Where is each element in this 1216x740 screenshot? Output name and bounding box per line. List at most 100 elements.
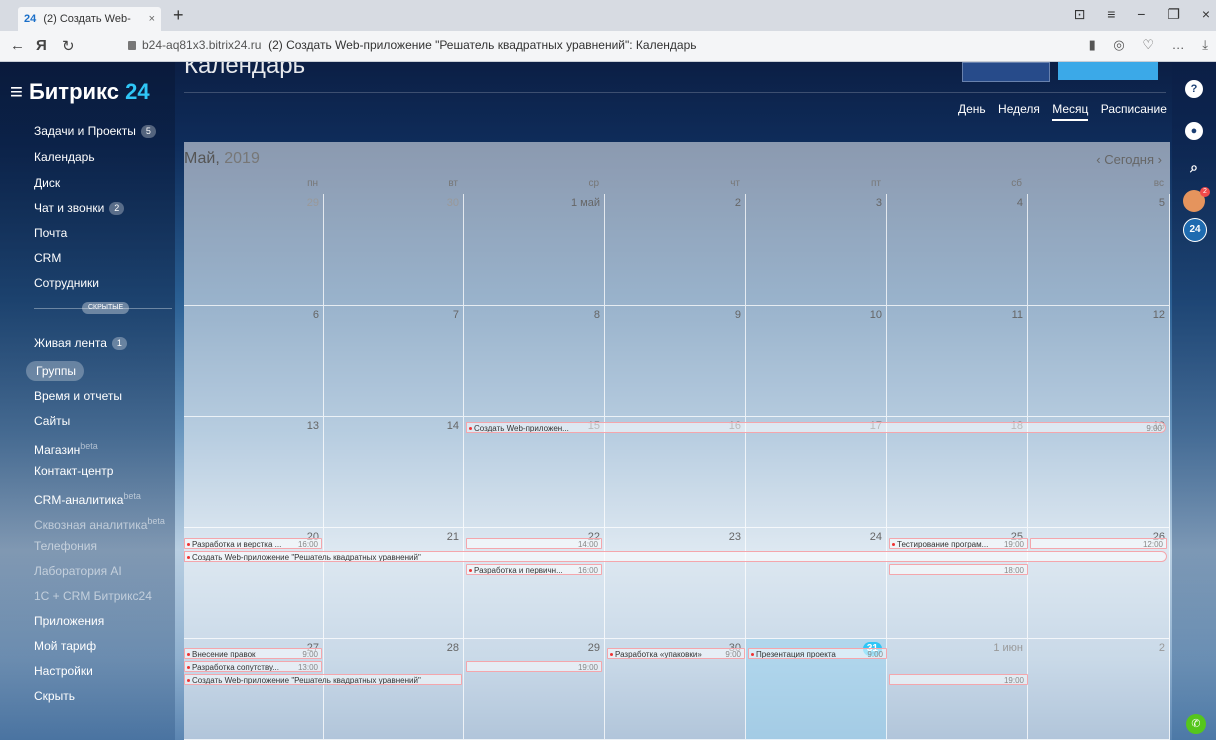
next-month-icon[interactable]: › — [1158, 152, 1162, 167]
day-cell[interactable]: 10 — [746, 306, 887, 417]
day-number[interactable]: 11 — [1012, 309, 1023, 321]
menu-item-ai-lab[interactable]: Лаборатория AI — [34, 562, 122, 580]
day-number[interactable]: 29 — [307, 197, 319, 209]
calendar-event[interactable]: Разработка и первичн... 16:00 — [466, 564, 602, 575]
day-number[interactable]: 5 — [1159, 197, 1165, 209]
calendar-event[interactable]: Разработка «упаковки» 9:00 — [607, 648, 745, 659]
day-cell[interactable]: 3 — [746, 194, 887, 306]
day-number[interactable]: 14 — [447, 420, 459, 432]
day-cell[interactable]: 21 — [324, 528, 464, 639]
menu-item-telephony[interactable]: Телефония — [34, 537, 97, 555]
menu-item-mail[interactable]: Почта — [34, 224, 67, 242]
day-cell[interactable]: 13 — [184, 417, 324, 528]
day-number[interactable]: 23 — [729, 531, 741, 543]
day-cell[interactable]: 1 май — [464, 194, 605, 306]
menu-item-sites[interactable]: Сайты — [34, 412, 70, 430]
day-number[interactable]: 6 — [313, 309, 319, 321]
calendar-event[interactable]: Тестирование програм... 19:00 — [889, 538, 1028, 549]
day-cell[interactable]: 18 — [887, 417, 1028, 528]
calendar-event[interactable]: Презентация проекта 9:00 — [748, 648, 887, 659]
menu-item-end-to-end-analytics[interactable]: Сквозная аналитикаbeta — [34, 512, 165, 532]
menu-item-1c-crm[interactable]: 1С + CRM Битрикс24 — [34, 587, 152, 605]
menu-item-my-plan[interactable]: Мой тариф — [34, 637, 96, 655]
menu-item-groups[interactable]: Группы — [36, 362, 76, 380]
day-number[interactable]: 3 — [876, 197, 882, 209]
shield-icon[interactable]: ♡ — [1142, 37, 1154, 52]
calendar-event[interactable]: 12:00 — [1030, 538, 1167, 549]
calendar-event[interactable]: 19:00 — [889, 674, 1028, 685]
menu-item-settings[interactable]: Настройки — [34, 662, 93, 680]
calendar-event[interactable]: 18:00 — [889, 564, 1028, 575]
calendar-event[interactable]: Создать Web-приложен... 9:00 — [466, 422, 1166, 433]
menu-item-contact-center[interactable]: Контакт-центр — [34, 462, 113, 480]
day-cell[interactable]: 16 — [605, 417, 746, 528]
new-tab-button[interactable]: + — [173, 5, 184, 26]
tab-day[interactable]: День — [958, 102, 986, 116]
configure-button[interactable] — [962, 62, 1050, 82]
calendar-event[interactable]: Разработка и верстка ... 16:00 — [184, 538, 322, 549]
calendar-event[interactable]: Разработка сопутству... 13:00 — [184, 661, 322, 672]
day-cell[interactable]: 14 — [324, 417, 464, 528]
day-number[interactable]: 4 — [1017, 197, 1023, 209]
calendar-event[interactable]: 19:00 — [466, 661, 602, 672]
menu-item-chat[interactable]: Чат и звонки 2 — [34, 199, 125, 217]
day-number[interactable]: 24 — [870, 531, 882, 543]
menu-item-apps[interactable]: Приложения — [34, 612, 104, 630]
download-icon[interactable]: ⤓ — [1202, 37, 1208, 52]
day-number[interactable]: 10 — [870, 309, 882, 321]
menu-item-calendar[interactable]: Календарь — [34, 148, 95, 166]
day-number[interactable]: 29 — [588, 642, 600, 654]
day-number[interactable]: 7 — [453, 309, 459, 321]
day-cell[interactable]: 11 — [887, 306, 1028, 417]
day-cell[interactable]: 17 — [746, 417, 887, 528]
browser-tab[interactable]: 24 (2) Создать Web-прило × — [18, 7, 161, 49]
day-cell[interactable]: 23 — [605, 528, 746, 639]
back-icon[interactable]: ← — [10, 37, 25, 54]
day-cell[interactable]: 2 — [605, 194, 746, 306]
day-number[interactable]: 1 май — [571, 197, 600, 209]
tab-week[interactable]: Неделя — [998, 102, 1040, 116]
minimize-icon[interactable]: − — [1137, 6, 1145, 22]
day-number[interactable]: 28 — [447, 642, 459, 654]
day-cell[interactable]: 6 — [184, 306, 324, 417]
day-number[interactable]: 13 — [307, 420, 319, 432]
day-cell[interactable]: 19 — [1028, 417, 1170, 528]
restore-icon[interactable]: ❐ — [1167, 6, 1180, 23]
menu-item-hide[interactable]: Скрыть — [34, 687, 75, 705]
calendar-event[interactable]: Создать Web-приложение "Решатель квадрат… — [184, 674, 462, 685]
day-number[interactable]: 1 июн — [993, 642, 1023, 654]
day-cell[interactable]: 4 — [887, 194, 1028, 306]
prev-month-icon[interactable]: ‹ — [1096, 152, 1100, 167]
day-cell[interactable]: 24 — [746, 528, 887, 639]
day-cell[interactable]: 2 — [1028, 639, 1170, 740]
calendar-event[interactable]: Внесение правок 9:00 — [184, 648, 322, 659]
brand-logo[interactable]: ≡ Битрикс 24 — [10, 79, 150, 105]
close-tab-icon[interactable]: × — [149, 7, 155, 31]
day-number[interactable]: 12 — [1153, 309, 1165, 321]
close-window-icon[interactable]: × — [1202, 6, 1210, 22]
hamburger-icon[interactable]: ≡ — [10, 79, 23, 104]
day-cell[interactable]: 12 — [1028, 306, 1170, 417]
refresh-icon[interactable]: ↻ — [62, 37, 75, 55]
url-field[interactable]: b24-aq81x3.bitrix24.ru (2) Создать Web-п… — [128, 38, 697, 52]
day-cell[interactable]: 8 — [464, 306, 605, 417]
help-icon[interactable]: ? — [1185, 80, 1203, 98]
phone-icon[interactable]: ✆ — [1186, 714, 1206, 734]
more-icon[interactable]: … — [1172, 37, 1185, 52]
day-number[interactable]: 30 — [447, 197, 459, 209]
bookmark-icon[interactable]: ▮ — [1089, 37, 1096, 52]
tab-month[interactable]: Месяц — [1052, 102, 1089, 121]
menu-item-shop[interactable]: Магазинbeta — [34, 437, 98, 457]
day-cell[interactable]: 29 — [184, 194, 324, 306]
protect-icon[interactable]: ◎ — [1113, 37, 1124, 52]
tab-schedule[interactable]: Расписание — [1101, 102, 1167, 116]
day-number[interactable]: 9 — [735, 309, 741, 321]
hidden-section-label[interactable]: СКРЫТЫЕ — [82, 302, 130, 314]
calendar-event[interactable]: Создать Web-приложение "Решатель квадрат… — [184, 551, 1167, 562]
menu-icon[interactable]: ≡ — [1107, 6, 1115, 22]
menu-item-crm[interactable]: CRM — [34, 249, 61, 267]
tabs-icon[interactable]: ⊡ — [1074, 6, 1086, 23]
day-number[interactable]: 2 — [735, 197, 741, 209]
today-button[interactable]: Сегодня — [1104, 152, 1154, 167]
calendar-event[interactable]: 14:00 — [466, 538, 602, 549]
